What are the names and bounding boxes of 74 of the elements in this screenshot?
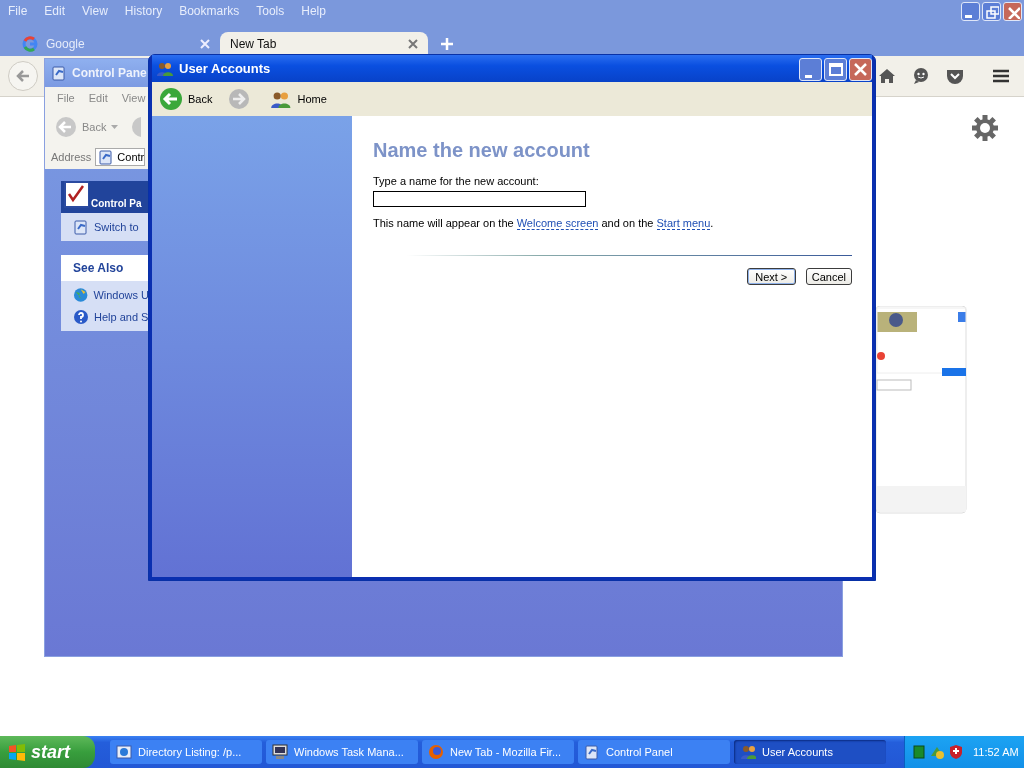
monitor-icon — [272, 744, 288, 760]
menu-item[interactable]: Edit — [88, 92, 108, 104]
taskbar-button[interactable]: Windows Task Mana... — [266, 740, 418, 764]
name-field[interactable] — [373, 191, 586, 207]
taskbar-button[interactable]: Control Panel — [578, 740, 730, 764]
users-icon — [156, 60, 174, 77]
clock: 11:52 AM — [973, 746, 1019, 758]
close-button[interactable] — [849, 58, 872, 81]
minimize-icon — [965, 14, 972, 18]
dropdown-caret-icon[interactable] — [111, 125, 119, 129]
help-icon — [73, 309, 89, 325]
address-label: Address — [51, 151, 92, 163]
restore-icon — [984, 4, 999, 19]
home-button[interactable]: Home — [266, 90, 331, 108]
back-button[interactable]: Back — [155, 87, 217, 111]
menu-item[interactable]: Help — [301, 4, 326, 18]
back-button[interactable] — [8, 61, 38, 91]
menu-item[interactable]: Bookmarks — [179, 4, 240, 18]
new-tab-icon[interactable] — [440, 37, 454, 51]
switch-link[interactable]: Switch to — [94, 221, 139, 233]
windows-logo-icon — [8, 743, 26, 761]
menu-item[interactable]: History — [124, 4, 163, 18]
page-heading: Name the new account — [373, 139, 591, 162]
address-field[interactable]: Contr — [95, 148, 146, 166]
shield-icon[interactable] — [949, 744, 963, 760]
minimize-button[interactable] — [799, 58, 822, 81]
next-button[interactable]: Next > — [746, 268, 796, 285]
google-logo-icon — [22, 36, 38, 52]
menu-item[interactable]: View — [121, 92, 146, 104]
menu-item[interactable]: File — [57, 92, 75, 104]
close-button[interactable] — [1003, 2, 1022, 21]
globe-icon — [73, 287, 89, 303]
taskbar-button[interactable]: New Tab - Mozilla Fir... — [422, 740, 574, 764]
maximize-icon — [826, 60, 845, 79]
start-button[interactable]: start — [0, 736, 95, 768]
browser-page-icon — [116, 744, 132, 760]
minimize-button[interactable] — [961, 2, 980, 21]
help-link[interactable]: Welcome screen — [516, 217, 599, 230]
window-title: User Accounts — [179, 61, 271, 76]
menu-item[interactable]: Tools — [256, 4, 285, 18]
menu-item[interactable]: Edit — [44, 4, 66, 18]
users-icon — [740, 744, 756, 760]
restore-button[interactable] — [982, 2, 1001, 21]
settings-icon[interactable] — [972, 115, 998, 141]
browser-tab[interactable]: New Tab — [220, 32, 428, 56]
menu-item[interactable]: File — [8, 4, 28, 18]
close-icon[interactable] — [408, 39, 418, 49]
home-icon[interactable] — [878, 68, 896, 84]
close-icon — [1005, 4, 1020, 19]
pocket-icon[interactable] — [946, 68, 964, 84]
maximize-button[interactable] — [824, 58, 847, 81]
back-button[interactable]: Back — [82, 121, 107, 133]
menu-icon[interactable] — [992, 68, 1010, 84]
back-arrow-icon — [15, 68, 31, 84]
see-also-link[interactable]: Windows U — [93, 289, 149, 301]
field-label: Type a name for the new account: — [373, 175, 540, 187]
taskbar-button[interactable]: User Accounts — [734, 740, 886, 764]
see-also-link[interactable]: Help and S — [94, 311, 149, 323]
taskbar-button[interactable]: Directory Listing: /p... — [110, 740, 262, 764]
menu-item[interactable]: View — [82, 4, 108, 18]
cancel-button[interactable]: Cancel — [805, 268, 852, 285]
minimize-icon — [805, 74, 812, 78]
users-icon — [270, 90, 293, 108]
hint-text: This name will appear on the Welcome screen and on the Start menu. — [373, 217, 715, 229]
control-panel-icon — [584, 744, 600, 760]
window-title: Control Pane — [72, 66, 147, 80]
smiley-icon[interactable] — [912, 67, 930, 85]
panel-header: Control Pa — [61, 181, 149, 213]
control-panel-icon — [73, 219, 89, 235]
panel-header: See Also — [61, 255, 149, 281]
checklist-icon — [63, 179, 89, 209]
control-panel-icon — [51, 65, 67, 81]
control-panel-icon — [98, 149, 115, 165]
browser-tab[interactable]: Google — [12, 32, 220, 56]
